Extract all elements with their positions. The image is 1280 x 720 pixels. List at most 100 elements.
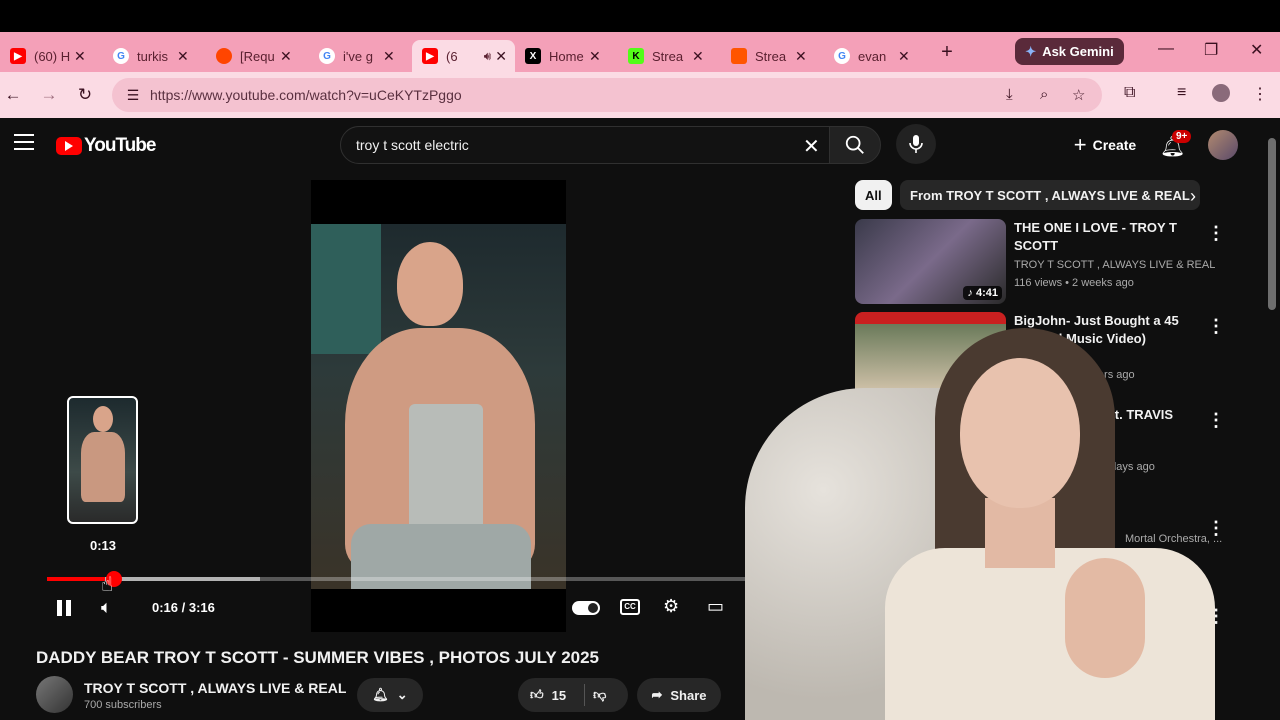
extensions-icon[interactable]: ⧉ <box>1124 84 1135 102</box>
soundcloud-icon <box>731 48 747 64</box>
install-app-icon[interactable]: ⤓ <box>1006 86 1013 103</box>
close-tab-icon[interactable]: ✕ <box>177 48 189 65</box>
bookmark-star-icon[interactable]: ☆ <box>1072 86 1085 104</box>
zoom-icon[interactable]: ⌕ <box>1040 86 1048 103</box>
streamer-webcam-overlay <box>745 328 1260 720</box>
close-tab-icon[interactable]: ✕ <box>589 48 601 65</box>
autoplay-toggle[interactable] <box>572 601 600 615</box>
browser-tab[interactable]: K Strea ✕ <box>618 40 721 72</box>
browser-tab[interactable]: X Home ✕ <box>515 40 618 72</box>
recommendation-channel[interactable]: TROY T SCOTT , ALWAYS LIVE & REAL <box>1014 259 1215 271</box>
bell-icon: 🔔︎ <box>372 687 389 702</box>
like-dislike-group: 👍︎ 15 👎︎ <box>518 678 628 712</box>
browser-tab[interactable]: Gi've g ✕ <box>309 40 412 72</box>
tab-title: (60) H <box>34 48 70 64</box>
close-tab-icon[interactable]: ✕ <box>383 48 395 65</box>
page-scrollbar[interactable] <box>1268 138 1276 310</box>
chevron-right-icon[interactable]: › <box>1190 186 1196 207</box>
x-icon: X <box>525 48 541 64</box>
video-duration: ♪ 4:41 <box>963 286 1002 300</box>
share-button[interactable]: ➦ Share <box>637 678 721 712</box>
microphone-icon <box>909 135 923 153</box>
clear-search-icon[interactable]: ✕ <box>803 134 820 159</box>
close-tab-icon[interactable]: ✕ <box>280 48 292 65</box>
google-icon: G <box>113 48 129 64</box>
youtube-logo[interactable]: YouTube <box>56 135 156 157</box>
chip-all[interactable]: All <box>855 180 892 210</box>
restore-window-icon[interactable]: ❐ <box>1204 40 1218 60</box>
channel-name[interactable]: TROY T SCOTT , ALWAYS LIVE & REAL <box>84 680 346 696</box>
recommendation-item[interactable]: ♪ 4:41 THE ONE I LOVE - TROY T SCOTT TRO… <box>855 219 1225 305</box>
captions-icon[interactable]: CC <box>620 599 640 615</box>
browser-menu-icon[interactable]: ⋮ <box>1252 84 1268 104</box>
media-controls-icon[interactable]: ≡ <box>1177 84 1186 102</box>
gemini-sparkle-icon: ✦ <box>1025 43 1037 59</box>
minimize-icon[interactable]: — <box>1158 40 1174 58</box>
forward-arrow-icon[interactable]: → <box>31 85 67 105</box>
youtube-icon: ▶ <box>422 48 438 64</box>
back-arrow-icon[interactable]: ← <box>0 85 31 105</box>
mouse-pointer-icon: ☝︎ <box>101 574 114 596</box>
search-button[interactable] <box>829 126 881 164</box>
browser-tab[interactable]: ▶ (60) H ✕ <box>0 40 103 72</box>
close-tab-icon[interactable]: ✕ <box>495 48 507 65</box>
settings-gear-icon[interactable]: ⚙︎ <box>663 596 679 617</box>
subscriber-count: 700 subscribers <box>84 699 162 711</box>
new-tab-button[interactable]: + <box>933 41 961 64</box>
create-button[interactable]: + Create <box>1064 127 1146 163</box>
tab-title: i've g <box>343 48 373 64</box>
google-icon: G <box>834 48 850 64</box>
progress-played <box>47 577 105 581</box>
video-player[interactable]: 0:13 ☝︎ 🔈︎ 0:16 / 3:16 CC ⚙︎ ▭ <box>0 180 760 632</box>
create-label: Create <box>1092 137 1137 153</box>
site-info-icon[interactable]: ☰ <box>118 87 148 104</box>
pause-icon[interactable] <box>57 600 73 616</box>
video-frame[interactable] <box>311 180 566 632</box>
youtube-page: YouTube troy t scott electric ✕ + Create… <box>0 118 1280 720</box>
youtube-icon: ▶ <box>10 48 26 64</box>
recommendation-title[interactable]: THE ONE I LOVE - TROY T SCOTT <box>1014 219 1194 255</box>
browser-toolbar: ← → ↻ ☰ https://www.youtube.com/watch?v=… <box>0 72 1280 118</box>
ask-gemini-label: Ask Gemini <box>1042 44 1114 59</box>
tab-title: evan <box>858 48 887 64</box>
browser-tab[interactable]: Gevan ✕ <box>824 40 927 72</box>
search-icon <box>845 135 864 154</box>
share-arrow-icon: ➦ <box>651 687 663 702</box>
reload-icon[interactable]: ↻ <box>67 85 103 105</box>
close-tab-icon[interactable]: ✕ <box>795 48 807 65</box>
google-icon: G <box>319 48 335 64</box>
chip-from-channel[interactable]: From TROY T SCOTT , ALWAYS LIVE & REAL <box>900 180 1200 210</box>
voice-search-button[interactable] <box>896 124 936 164</box>
search-input[interactable]: troy t scott electric ✕ <box>340 126 830 164</box>
close-window-icon[interactable]: ✕ <box>1250 40 1263 60</box>
more-options-icon[interactable]: ⋮ <box>1207 223 1225 244</box>
browser-tab[interactable]: Gturkis ✕ <box>103 40 206 72</box>
tab-title: (6 <box>446 48 458 64</box>
thumbs-up-icon[interactable]: 👍︎ <box>530 687 544 703</box>
share-label: Share <box>670 687 707 703</box>
browser-tab[interactable]: Strea ✕ <box>721 40 824 72</box>
tab-list: ▶ (60) H ✕ Gturkis ✕ [Requ ✕ Gi've g ✕ ▶ (6 🔊︎ ✕ X Hom… <box>0 32 927 72</box>
browser-tab[interactable]: [Requ ✕ <box>206 40 309 72</box>
youtube-wordmark: YouTube <box>84 135 156 156</box>
profile-avatar[interactable] <box>1212 84 1230 102</box>
browser-tab[interactable]: ▶ (6 🔊︎ ✕ <box>412 40 515 72</box>
subscribe-notification-button[interactable]: 🔔︎ ⌄ <box>357 678 423 712</box>
close-tab-icon[interactable]: ✕ <box>898 48 910 65</box>
recommendation-thumbnail[interactable]: ♪ 4:41 <box>855 219 1006 304</box>
volume-icon[interactable]: 🔈︎ <box>101 597 112 618</box>
channel-avatar[interactable] <box>36 676 73 713</box>
tab-audio-icon[interactable]: 🔊︎ <box>484 49 492 64</box>
close-tab-icon[interactable]: ✕ <box>74 48 86 65</box>
account-avatar[interactable] <box>1208 130 1238 160</box>
address-bar[interactable]: ☰ https://www.youtube.com/watch?v=uCeKYT… <box>112 78 1102 112</box>
close-tab-icon[interactable]: ✕ <box>692 48 704 65</box>
thumbs-down-icon[interactable]: 👎︎ <box>593 687 606 703</box>
theater-mode-icon[interactable]: ▭ <box>707 596 724 617</box>
tab-title: Strea <box>652 48 684 64</box>
search-query-text: troy t scott electric <box>356 137 469 153</box>
ask-gemini-button[interactable]: ✦ Ask Gemini <box>1015 38 1124 65</box>
tab-title: turkis <box>137 48 169 64</box>
chevron-down-icon: ⌄ <box>396 687 408 702</box>
hamburger-menu-icon[interactable] <box>14 134 34 155</box>
